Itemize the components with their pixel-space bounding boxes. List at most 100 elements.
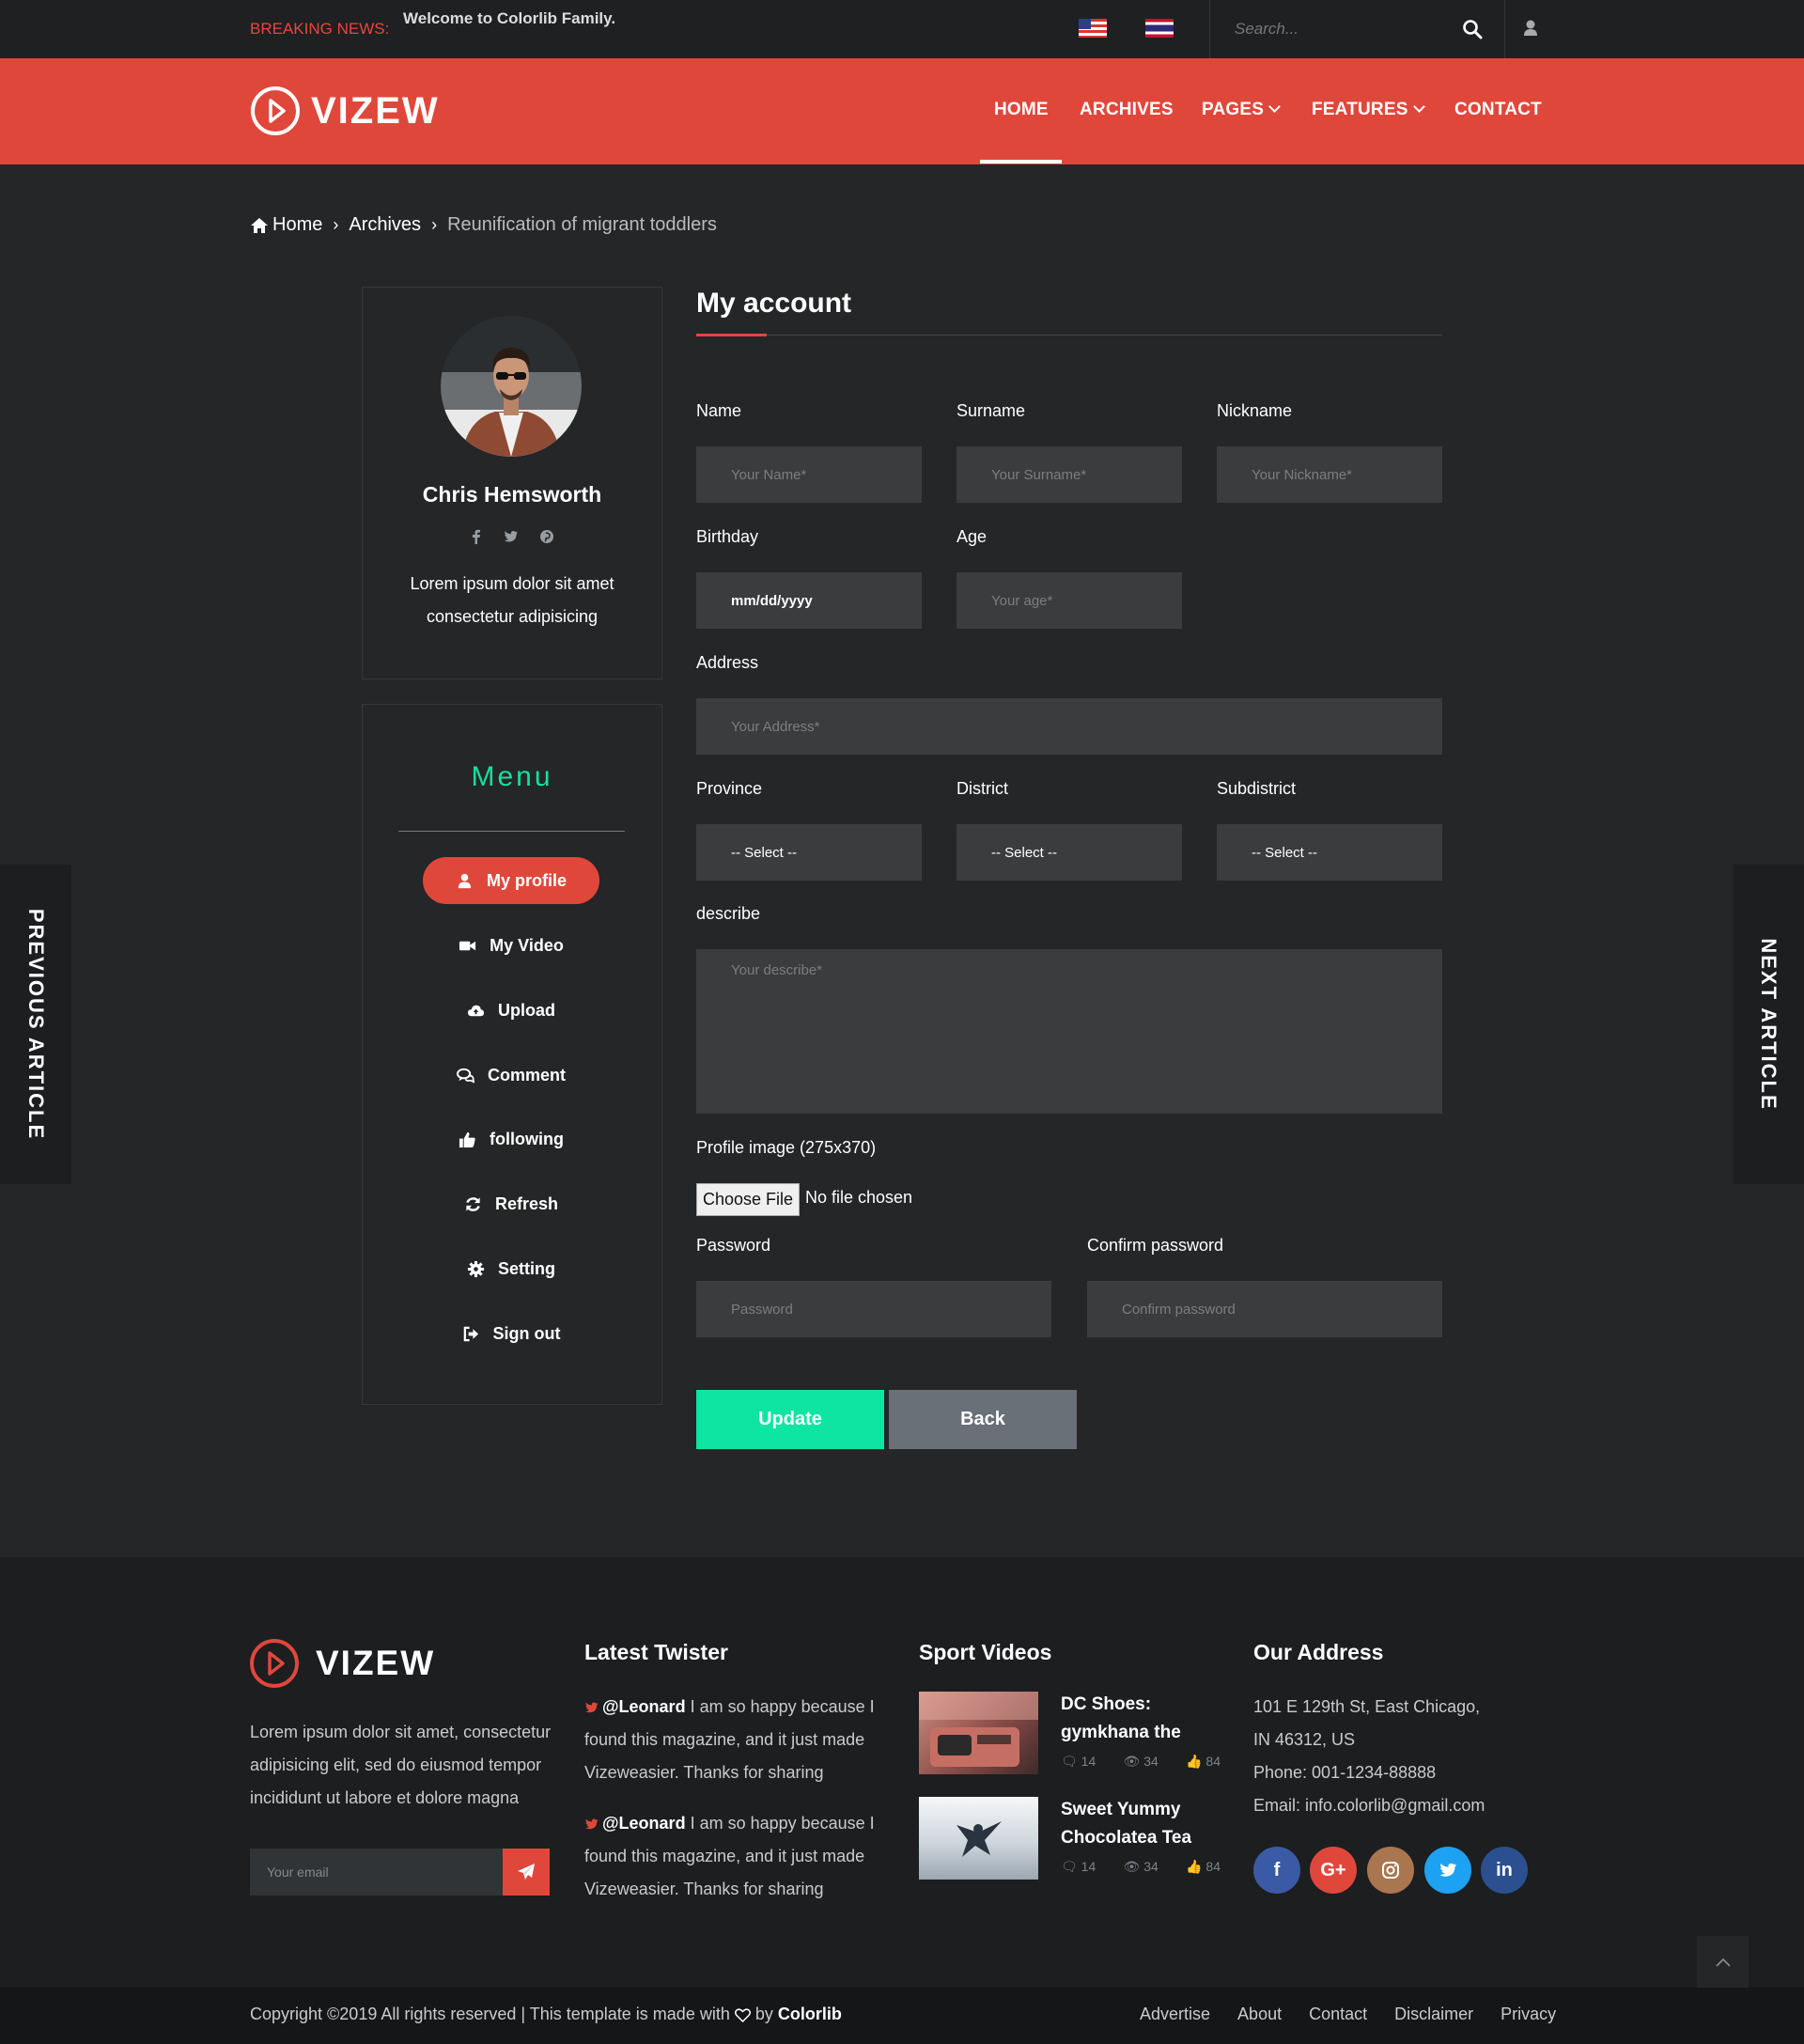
breaking-news-ticker[interactable]: Welcome to Colorlib Family. xyxy=(403,9,615,28)
twitter-icon[interactable] xyxy=(504,529,519,544)
phone: Phone: 001-1234-88888 xyxy=(1253,1763,1437,1782)
logo-text[interactable]: VIZEW xyxy=(311,90,440,133)
nav-home[interactable]: HOME xyxy=(994,100,1049,120)
surname-field[interactable] xyxy=(956,446,1182,503)
previous-article-label[interactable]: PREVIOUS ARTICLE xyxy=(23,909,48,1140)
us-flag-icon[interactable] xyxy=(1079,19,1107,38)
vizew-logo[interactable] xyxy=(248,85,304,137)
back-to-top-button[interactable] xyxy=(1697,1936,1749,1988)
choose-file-button[interactable]: Choose File xyxy=(696,1183,800,1216)
view-count-value: 34 xyxy=(1143,1754,1159,1769)
nav-features-label: FEATURES xyxy=(1312,100,1408,119)
view-count-value: 34 xyxy=(1143,1859,1159,1874)
video-thumbnail[interactable] xyxy=(919,1797,1038,1880)
chevron-down-icon xyxy=(1268,101,1281,113)
video-thumbnail[interactable] xyxy=(919,1692,1038,1774)
profile-name: Chris Hemsworth xyxy=(422,482,602,507)
nav-features[interactable]: FEATURES xyxy=(1312,100,1425,120)
vizew-logo[interactable] xyxy=(248,1637,304,1690)
like-count: 👍 84 xyxy=(1186,1754,1221,1769)
facebook-icon[interactable] xyxy=(470,529,483,544)
district-select[interactable]: -- Select -- xyxy=(956,824,1182,881)
menu-item-my-profile[interactable]: My profile xyxy=(423,857,599,904)
view-count: 👁 34 xyxy=(1123,1859,1159,1874)
tweet-handle[interactable]: @Leonard xyxy=(602,1697,686,1716)
avatar xyxy=(441,316,582,457)
update-button[interactable]: Update xyxy=(696,1390,884,1449)
thai-flag-icon[interactable] xyxy=(1145,19,1174,38)
user-icon xyxy=(458,873,472,888)
video-camera-icon xyxy=(459,941,476,950)
instagram-icon xyxy=(1382,1862,1399,1879)
email[interactable]: Email: info.colorlib@gmail.com xyxy=(1253,1789,1485,1822)
sport-videos-heading: Sport Videos xyxy=(919,1640,1052,1664)
subdistrict-select[interactable]: -- Select -- xyxy=(1217,824,1442,881)
footer-link-contact[interactable]: Contact xyxy=(1309,2005,1367,2024)
footer-link-disclaimer[interactable]: Disclaimer xyxy=(1394,2005,1473,2024)
province-label: Province xyxy=(696,779,763,798)
age-field[interactable] xyxy=(956,572,1182,629)
breadcrumb: Home › Archives › Reunification of migra… xyxy=(250,214,717,236)
menu-item-comment[interactable]: Comment xyxy=(423,1052,599,1099)
describe-textarea[interactable] xyxy=(696,949,1442,1114)
linkedin-icon[interactable]: in xyxy=(1481,1847,1528,1894)
name-field[interactable] xyxy=(696,446,922,503)
copyright-text: Copyright ©2019 All rights reserved | Th… xyxy=(250,2005,842,2024)
footer-link-about[interactable]: About xyxy=(1237,2005,1282,2024)
address-field[interactable] xyxy=(696,698,1442,755)
home-icon xyxy=(251,217,268,233)
nav-pages-label: PAGES xyxy=(1202,100,1265,119)
newsletter-submit-button[interactable] xyxy=(503,1849,550,1896)
nav-archives[interactable]: ARCHIVES xyxy=(1080,100,1174,120)
user-icon[interactable] xyxy=(1521,17,1540,39)
menu-item-refresh[interactable]: Refresh xyxy=(423,1180,599,1227)
subdistrict-label: Subdistrict xyxy=(1217,779,1297,798)
active-nav-indicator xyxy=(980,160,1062,164)
nickname-field[interactable] xyxy=(1217,446,1442,503)
copyright-main: Copyright ©2019 All rights reserved | Th… xyxy=(250,2005,730,2023)
breadcrumb-archives[interactable]: Archives xyxy=(349,214,421,236)
newsletter-email-input[interactable] xyxy=(250,1849,504,1896)
menu-item-label: following xyxy=(490,1129,564,1148)
video-title[interactable]: Sweet Yummy Chocolatea Tea xyxy=(1061,1796,1239,1852)
confirm-password-label: Confirm password xyxy=(1087,1236,1224,1255)
video-title[interactable]: DC Shoes: gymkhana the xyxy=(1061,1691,1239,1747)
tweet-handle[interactable]: @Leonard xyxy=(602,1814,686,1833)
facebook-icon[interactable]: f xyxy=(1253,1847,1300,1894)
video-meta: 🗨 14 👁 34 👍 84 xyxy=(1061,1859,1221,1875)
nav-contact[interactable]: CONTACT xyxy=(1454,100,1542,120)
search-icon[interactable] xyxy=(1461,18,1484,40)
menu-item-upload[interactable]: Upload xyxy=(423,987,599,1034)
next-article-label[interactable]: NEXT ARTICLE xyxy=(1756,938,1781,1110)
search-input[interactable] xyxy=(1221,13,1447,45)
chevron-up-icon xyxy=(1715,1958,1731,1967)
password-label: Password xyxy=(696,1236,771,1255)
nav-pages[interactable]: PAGES xyxy=(1202,100,1281,120)
menu-item-sign-out[interactable]: Sign out xyxy=(423,1310,599,1357)
footer-link-privacy[interactable]: Privacy xyxy=(1501,2005,1556,2024)
surname-label: Surname xyxy=(956,401,1026,420)
google-plus-icon[interactable]: G+ xyxy=(1310,1847,1357,1894)
breadcrumb-home[interactable]: Home xyxy=(272,214,322,236)
twitter-icon xyxy=(585,1702,599,1712)
password-field[interactable] xyxy=(696,1281,1051,1337)
footer-logo-text[interactable]: VIZEW xyxy=(316,1644,435,1683)
birthday-date-field[interactable]: mm/dd/yyyy xyxy=(696,572,922,629)
menu-item-my-video[interactable]: My Video xyxy=(423,922,599,969)
pinterest-icon[interactable] xyxy=(539,529,554,544)
menu-item-label: Setting xyxy=(498,1258,555,1278)
footer-links: Advertise About Contact Disclaimer Priva… xyxy=(1140,2005,1556,2024)
footer-link-advertise[interactable]: Advertise xyxy=(1140,2005,1210,2024)
topbar-divider xyxy=(1209,0,1210,58)
twitter-icon[interactable]: tw xyxy=(1424,1847,1471,1894)
menu-item-label: Comment xyxy=(487,1065,566,1084)
copyright-by: by xyxy=(750,2005,778,2023)
colorlib-link[interactable]: Colorlib xyxy=(778,2005,842,2023)
tweet: @Leonard I am so happy because I found t… xyxy=(584,1807,883,1906)
back-button[interactable]: Back xyxy=(889,1390,1077,1449)
menu-item-following[interactable]: following xyxy=(423,1116,599,1162)
instagram-icon[interactable]: ig xyxy=(1367,1847,1414,1894)
confirm-password-field[interactable] xyxy=(1087,1281,1442,1337)
province-select[interactable]: -- Select -- xyxy=(696,824,922,881)
menu-item-setting[interactable]: Setting xyxy=(423,1245,599,1292)
